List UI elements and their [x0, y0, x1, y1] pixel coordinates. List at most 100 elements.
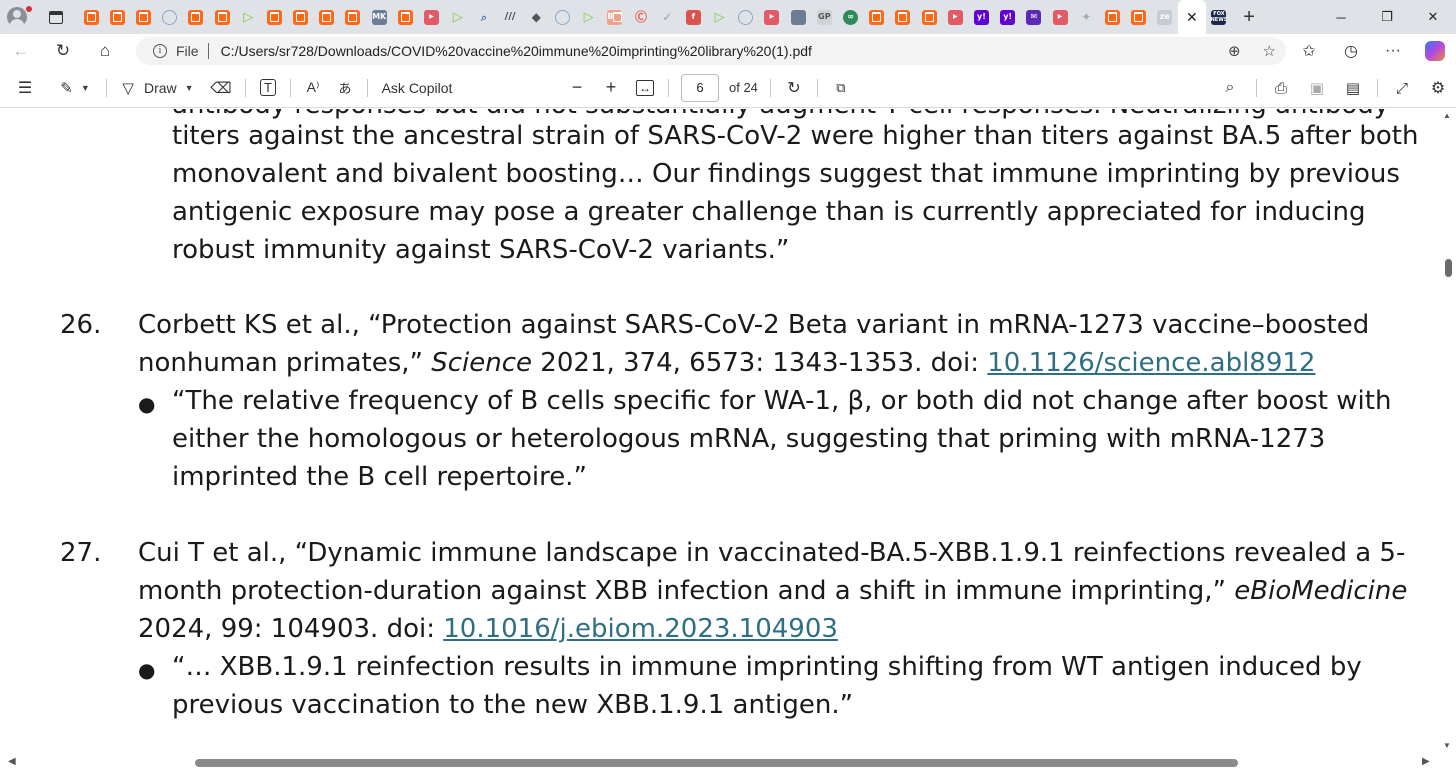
scroll-up-icon[interactable]: ▲ [1443, 111, 1451, 120]
page-view-button[interactable]: ⧉ [824, 68, 858, 108]
browser-tab[interactable]: ∞ [837, 0, 863, 34]
eraser-icon: ⌫ [210, 79, 232, 97]
copilot-button[interactable] [1414, 34, 1456, 68]
horizontal-scrollbar[interactable]: ◀ ▶ [0, 752, 1440, 774]
browser-tab[interactable]: y! [968, 0, 994, 34]
home-button[interactable]: ⌂ [84, 34, 126, 68]
highlight-button[interactable]: ✎ ▼ [50, 68, 100, 108]
minimize-button[interactable]: ─ [1318, 0, 1364, 34]
profile-button[interactable] [0, 0, 34, 34]
browser-tab[interactable] [340, 0, 366, 34]
substack-icon [869, 9, 885, 25]
vertical-scroll-thumb[interactable] [1445, 259, 1452, 277]
close-window-button[interactable]: ✕ [1410, 0, 1456, 34]
browser-tab[interactable]: ✉ [1021, 0, 1047, 34]
browser-tab[interactable] [1099, 0, 1125, 34]
ask-copilot-button[interactable]: Ask Copilot [374, 68, 460, 108]
print-button[interactable]: ⎙ [1263, 68, 1299, 108]
browser-tab[interactable] [785, 0, 811, 34]
browser-tab[interactable] [759, 0, 785, 34]
tab-fox-news[interactable]: FOX NEWS [1206, 0, 1232, 34]
browser-tab[interactable] [209, 0, 235, 34]
new-tab-button[interactable]: + [1232, 0, 1266, 34]
browser-tab[interactable] [418, 0, 444, 34]
browser-tab[interactable] [916, 0, 942, 34]
save-as-button[interactable]: ▤ [1335, 68, 1371, 108]
browser-tab[interactable]: ze [1152, 0, 1178, 34]
translate-button[interactable]: あ [329, 68, 361, 108]
refresh-button[interactable]: ↻ [42, 34, 84, 68]
browser-tab[interactable] [654, 0, 680, 34]
more-menu-button[interactable]: ··· [1372, 34, 1414, 68]
read-aloud-button[interactable]: A⁾ [297, 68, 329, 108]
browser-tab[interactable] [733, 0, 759, 34]
doi-link[interactable]: 10.1016/j.ebiom.2023.104903 [443, 614, 838, 644]
contents-button[interactable]: ☰ [0, 68, 50, 108]
save-button[interactable]: ▣ [1299, 68, 1335, 108]
browser-tab[interactable] [1126, 0, 1152, 34]
zoom-in-button[interactable]: + [594, 68, 628, 108]
browser-tab[interactable] [78, 0, 104, 34]
rotate-button[interactable]: ↻ [777, 68, 811, 108]
home-icon: ⌂ [99, 41, 111, 60]
browser-tab[interactable] [1073, 0, 1099, 34]
browser-tab[interactable] [523, 0, 549, 34]
browser-tab[interactable] [314, 0, 340, 34]
zoom-out-button[interactable]: − [560, 68, 594, 108]
fullscreen-button[interactable]: ⤢ [1384, 68, 1420, 108]
find-button[interactable]: ⌕ [1210, 68, 1250, 108]
browser-tab[interactable]: /// [497, 0, 523, 34]
browser-tab[interactable]: f [680, 0, 706, 34]
address-field[interactable]: i File C:/Users/sr728/Downloads/COVID%20… [136, 37, 1286, 65]
browser-tab[interactable] [104, 0, 130, 34]
site-info-icon[interactable]: i [153, 44, 167, 58]
browser-tab[interactable]: B [602, 0, 628, 34]
active-tab[interactable]: ✕ [1177, 0, 1206, 34]
scroll-right-icon[interactable]: ▶ [1422, 756, 1430, 767]
add-text-button[interactable]: T [252, 68, 284, 108]
search-icon: ⌕ [1225, 79, 1235, 96]
favorite-star-icon[interactable]: ☆ [1263, 42, 1276, 60]
draw-button[interactable]: ▽ Draw ▼ [113, 68, 203, 108]
browser-tab[interactable] [707, 0, 733, 34]
browser-tab[interactable] [1047, 0, 1073, 34]
browser-tab[interactable] [261, 0, 287, 34]
browser-tab[interactable] [288, 0, 314, 34]
yahoo-icon: y! [973, 9, 989, 25]
close-tab-icon[interactable]: ✕ [1186, 9, 1198, 26]
browser-tab[interactable]: MK [366, 0, 392, 34]
url-text[interactable]: C:/Users/sr728/Downloads/COVID%20vaccine… [221, 43, 812, 59]
favorites-button[interactable]: ✩ [1288, 34, 1330, 68]
horizontal-scroll-thumb[interactable] [195, 759, 1238, 767]
browser-tab[interactable] [471, 0, 497, 34]
page-number-input[interactable]: 6 [681, 73, 719, 102]
browser-tab[interactable] [628, 0, 654, 34]
browser-tab[interactable] [942, 0, 968, 34]
browser-tab[interactable] [157, 0, 183, 34]
pdf-settings-button[interactable]: ⚙ [1420, 68, 1456, 108]
browser-tab[interactable] [445, 0, 471, 34]
browser-tab[interactable] [576, 0, 602, 34]
browser-tab[interactable] [864, 0, 890, 34]
back-button[interactable]: ← [0, 34, 42, 68]
browser-tab[interactable]: y! [995, 0, 1021, 34]
browser-tab[interactable] [392, 0, 418, 34]
browser-tab[interactable] [549, 0, 575, 34]
scroll-left-icon[interactable]: ◀ [8, 756, 16, 767]
doi-link[interactable]: 10.1126/science.abl8912 [987, 348, 1315, 378]
browser-tab[interactable] [890, 0, 916, 34]
zoom-icon[interactable]: ⊕ [1228, 42, 1241, 60]
youtube-icon [764, 9, 780, 25]
browser-tab[interactable] [235, 0, 261, 34]
restore-button[interactable]: ❐ [1364, 0, 1410, 34]
vertical-scrollbar[interactable]: ▲ ▼ [1440, 109, 1456, 759]
browser-tab[interactable] [183, 0, 209, 34]
erase-button[interactable]: ⌫ [203, 68, 239, 108]
pdf-viewer[interactable]: antibody responses but did not substanti… [0, 109, 1440, 751]
browser-tab[interactable] [130, 0, 156, 34]
browser-tab[interactable]: GP [811, 0, 837, 34]
history-button[interactable]: ◷ [1330, 34, 1372, 68]
scroll-down-icon[interactable]: ▼ [1443, 741, 1451, 750]
fit-to-width-button[interactable]: ↔ [628, 68, 662, 108]
tab-actions-button[interactable] [34, 0, 78, 34]
